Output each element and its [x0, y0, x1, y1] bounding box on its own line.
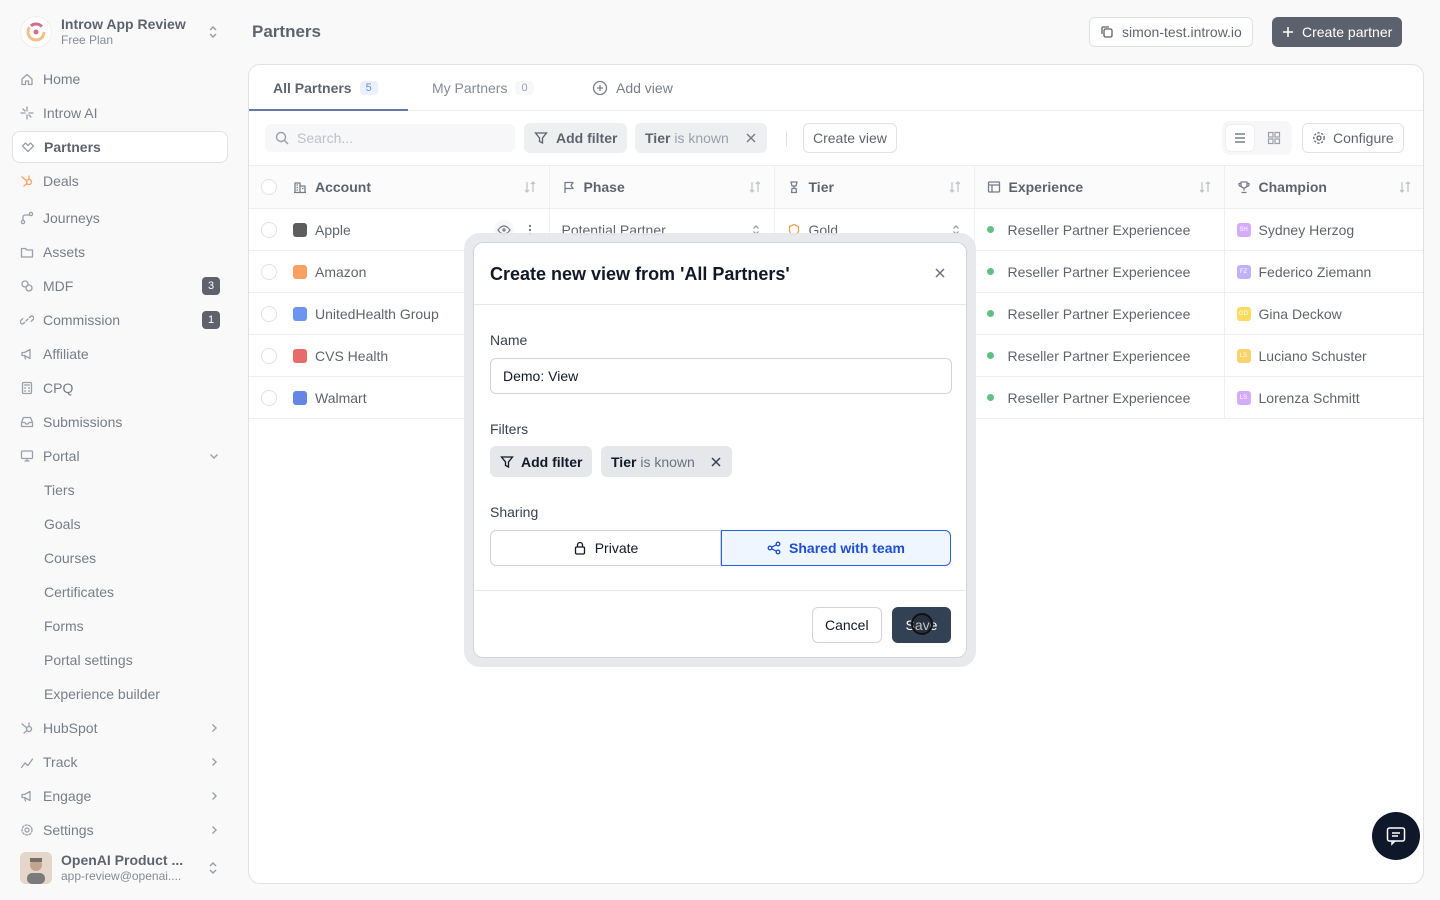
create-view-dialog: Create new view from 'All Partners' Name… — [473, 242, 967, 658]
chat-icon — [1385, 825, 1407, 847]
filter-field: Tier — [611, 453, 637, 470]
dialog-divider — [474, 304, 966, 305]
name-label: Name — [490, 332, 528, 348]
cancel-label: Cancel — [825, 617, 869, 633]
mouse-cursor — [911, 613, 933, 635]
chat-support-button[interactable] — [1372, 812, 1420, 860]
view-name-input[interactable] — [490, 358, 952, 394]
dialog-title: Create new view from 'All Partners' — [490, 264, 790, 284]
close-icon[interactable] — [934, 267, 946, 279]
dialog-filter-chip-tier[interactable]: Tier is known — [601, 446, 732, 477]
private-label: Private — [594, 540, 639, 556]
shared-label: Shared with team — [789, 540, 905, 556]
filters-label: Filters — [490, 421, 529, 437]
lock-icon — [573, 541, 587, 555]
sharing-private-option[interactable]: Private — [490, 530, 721, 566]
share-icon — [767, 541, 781, 555]
dialog-footer-divider — [474, 590, 966, 591]
sharing-label: Sharing — [490, 504, 539, 520]
close-icon[interactable] — [710, 456, 722, 468]
filter-operator: is known — [640, 453, 695, 470]
cancel-button[interactable]: Cancel — [812, 607, 882, 643]
dialog-add-filter-button[interactable]: Add filter — [490, 446, 593, 477]
sharing-team-option[interactable]: Shared with team — [721, 530, 951, 566]
add-filter-label: Add filter — [521, 453, 583, 470]
filter-icon — [500, 455, 514, 469]
